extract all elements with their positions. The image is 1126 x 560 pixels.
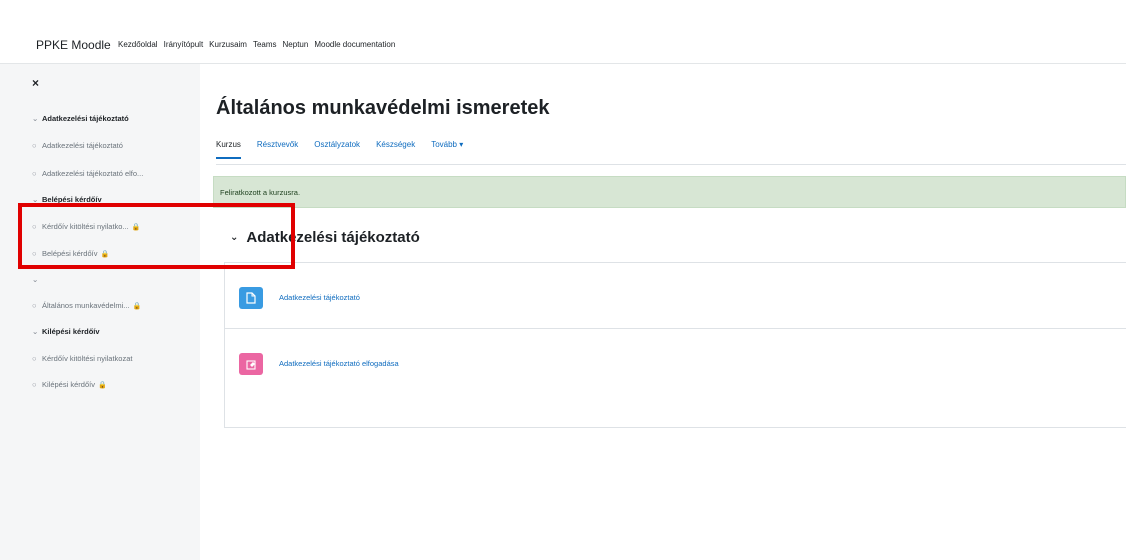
drawer-item-label: Kilépési kérdőív <box>42 327 100 336</box>
drawer-item-label: Kilépési kérdőív <box>42 380 95 389</box>
site-brand[interactable]: PPKE Moodle <box>36 38 111 52</box>
nav-link-neptun[interactable]: Neptun <box>283 40 309 49</box>
drawer-item-label: Adatkezelési tájékoztató elfo... <box>42 169 144 178</box>
nav-link-dashboard[interactable]: Irányítópult <box>164 40 204 49</box>
nav-link-teams[interactable]: Teams <box>253 40 277 49</box>
course-index-drawer: × ⌄ Adatkezelési tájékoztató ○ Adatkezelés… <box>0 64 200 560</box>
circle-icon: ○ <box>32 354 37 363</box>
tab-more[interactable]: Tovább ▾ <box>431 140 463 159</box>
page-title: Általános munkavédelmi ismeretek <box>216 97 550 119</box>
drawer-section-untitled[interactable]: ⌄ <box>32 275 42 284</box>
nav-link-home[interactable]: Kezdőoldal <box>118 40 158 49</box>
drawer-item-label: Kérdőív kitöltési nyilatkozat <box>42 354 133 363</box>
primary-navigation: Kezdőoldal Irányítópult Kurzusaim Teams … <box>118 40 395 49</box>
lock-icon: 🔒 <box>97 382 107 389</box>
chevron-down-icon: ⌄ <box>32 327 39 336</box>
tabs-divider <box>216 164 1126 165</box>
tab-participants[interactable]: Résztvevők <box>257 140 298 159</box>
drawer-item-general-safety[interactable]: ○ Általános munkavédelmi... 🔒 <box>32 301 141 310</box>
assignment-icon <box>239 353 263 375</box>
circle-icon: ○ <box>32 169 37 178</box>
circle-icon: ○ <box>32 301 37 310</box>
highlight-box <box>18 203 295 269</box>
main-content: Általános munkavédelmi ismeretek Kurzus … <box>200 64 1126 560</box>
circle-icon: ○ <box>32 380 37 389</box>
nav-link-my-courses[interactable]: Kurzusaim <box>209 40 247 49</box>
drawer-section-privacy[interactable]: ⌄ Adatkezelési tájékoztató <box>32 114 129 123</box>
drawer-item-privacy-notice[interactable]: ○ Adatkezelési tájékoztató <box>32 141 123 150</box>
drawer-item-privacy-accept[interactable]: ○ Adatkezelési tájékoztató elfo... <box>32 169 143 178</box>
drawer-item-exit-survey[interactable]: ○ Kilépési kérdőív 🔒 <box>32 380 107 389</box>
chevron-down-icon: ⌄ <box>32 275 39 284</box>
lock-icon: 🔒 <box>132 303 142 310</box>
drawer-item-survey-declaration-exit[interactable]: ○ Kérdőív kitöltési nyilatkozat <box>32 354 132 363</box>
close-drawer-button[interactable]: × <box>32 76 39 90</box>
enrolment-alert: Feliratkozott a kurzusra. <box>213 176 1126 208</box>
tab-competencies[interactable]: Készségek <box>376 140 415 159</box>
drawer-item-label: Adatkezelési tájékoztató <box>42 114 129 123</box>
drawer-item-label: Általános munkavédelmi... <box>42 301 130 310</box>
course-tabs: Kurzus Résztvevők Osztályzatok Készségek… <box>216 140 463 159</box>
tab-course[interactable]: Kurzus <box>216 140 241 159</box>
top-navbar: PPKE Moodle Kezdőoldal Irányítópult Kurz… <box>0 0 1126 64</box>
chevron-down-icon: ⌄ <box>32 114 39 123</box>
tab-grades[interactable]: Osztályzatok <box>314 140 360 159</box>
circle-icon: ○ <box>32 141 37 150</box>
activity-item[interactable]: Adatkezelési tájékoztató <box>225 263 1126 329</box>
activity-item[interactable]: Adatkezelési tájékoztató elfogadása <box>225 329 1126 395</box>
file-icon <box>239 287 263 309</box>
activity-link[interactable]: Adatkezelési tájékoztató elfogadása <box>279 359 399 368</box>
drawer-section-exit-survey[interactable]: ⌄ Kilépési kérdőív <box>32 327 100 336</box>
nav-link-moodle-docs[interactable]: Moodle documentation <box>314 40 395 49</box>
activity-list: Adatkezelési tájékoztató Adatkezelési tá… <box>224 262 1126 428</box>
drawer-item-label: Adatkezelési tájékoztató <box>42 141 123 150</box>
activity-link[interactable]: Adatkezelési tájékoztató <box>279 293 360 302</box>
